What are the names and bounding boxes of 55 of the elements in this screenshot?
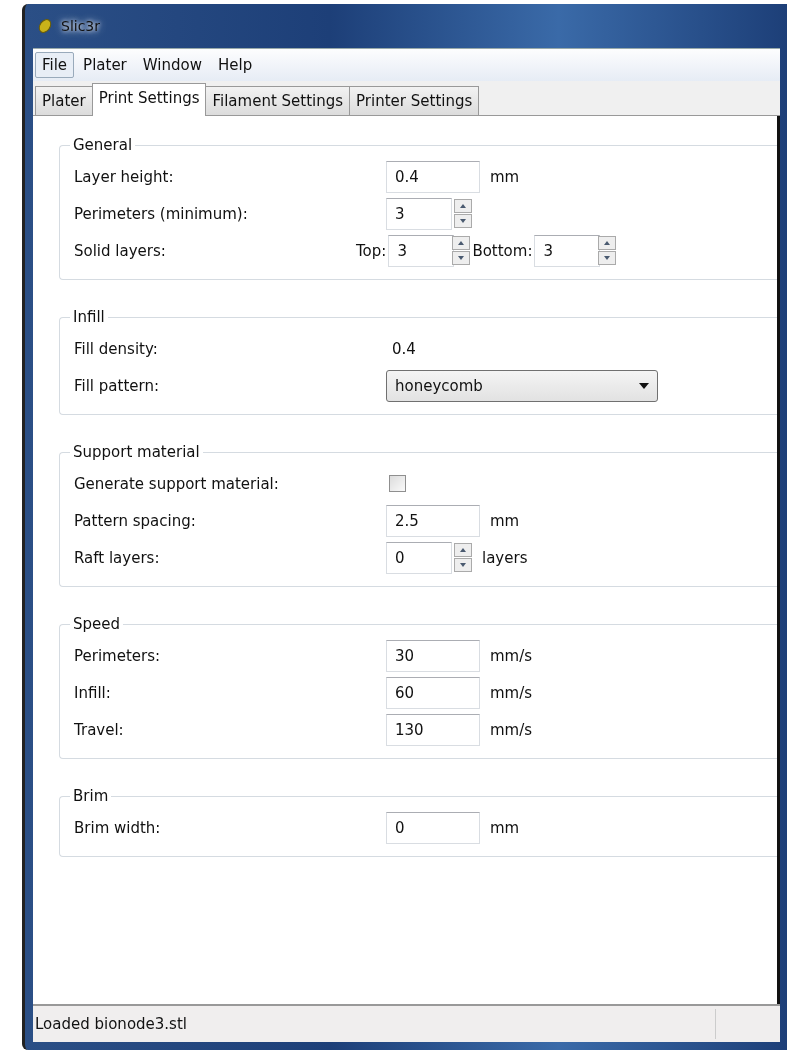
status-text: Loaded bionode3.stl: [33, 1009, 716, 1039]
group-title: Brim: [72, 787, 110, 805]
unit-label: mm/s: [490, 646, 533, 665]
number-field[interactable]: 3: [386, 197, 452, 230]
group-title: General: [72, 136, 134, 154]
unit-label: mm/s: [490, 683, 533, 702]
menu-item[interactable]: Help: [210, 52, 260, 78]
field-label: Perimeters (minimum):: [74, 204, 249, 223]
spinner-arrows-icon[interactable]: [452, 235, 471, 266]
value-text: 0.4: [391, 339, 417, 358]
field-label: Fill density:: [74, 339, 159, 358]
text-field[interactable]: 0: [386, 811, 480, 844]
spinner-arrows-icon[interactable]: [598, 235, 617, 266]
number-field[interactable]: 3: [534, 234, 601, 267]
unit-label: mm: [490, 818, 520, 837]
field-label: Pattern spacing:: [74, 511, 197, 530]
dropdown[interactable]: honeycomb: [386, 369, 658, 402]
field-label: Bottom:: [472, 241, 533, 260]
number-field[interactable]: 0: [386, 541, 452, 574]
menu-item[interactable]: File: [35, 52, 75, 78]
spinner-arrows-icon[interactable]: [454, 542, 472, 573]
menu-item[interactable]: Plater: [76, 52, 134, 78]
menu-item[interactable]: Window: [135, 52, 209, 78]
unit-label: mm/s: [490, 720, 533, 739]
field-label: Solid layers:: [74, 241, 167, 260]
text-field[interactable]: 30: [386, 639, 480, 672]
field-label: Generate support material:: [74, 474, 280, 493]
field-label: Infill:: [74, 683, 112, 702]
group-title: Infill: [72, 308, 106, 326]
number-field[interactable]: 3: [388, 234, 455, 267]
window-title: Slic3r: [61, 18, 101, 34]
field-label: Raft layers:: [74, 548, 161, 567]
field-label: Brim width:: [74, 818, 162, 837]
unit-label: mm: [490, 511, 520, 530]
field-label: Travel:: [74, 720, 125, 739]
unit-label: mm: [490, 167, 520, 186]
text-field[interactable]: 0.4: [386, 160, 480, 193]
field-label: Top:: [356, 241, 387, 260]
app-logo-icon: [37, 18, 53, 34]
text-field[interactable]: 60: [386, 676, 480, 709]
field-label: Layer height:: [74, 167, 175, 186]
text-field[interactable]: 2.5: [386, 504, 480, 537]
checkbox[interactable]: [389, 475, 406, 492]
tab[interactable]: Filament Settings: [205, 86, 351, 115]
field-label: Fill pattern:: [74, 376, 160, 395]
dropdown-arrow-icon: [639, 382, 649, 389]
tab[interactable]: Print Settings: [91, 83, 207, 116]
unit-label: layers: [482, 548, 528, 567]
text-field[interactable]: 130: [386, 713, 480, 746]
group-title: Support material: [72, 443, 201, 461]
group-title: Speed: [72, 615, 122, 633]
field-label: Perimeters:: [74, 646, 162, 665]
tab[interactable]: Plater: [35, 86, 93, 115]
spinner-arrows-icon[interactable]: [454, 198, 472, 229]
tab[interactable]: Printer Settings: [349, 86, 480, 115]
